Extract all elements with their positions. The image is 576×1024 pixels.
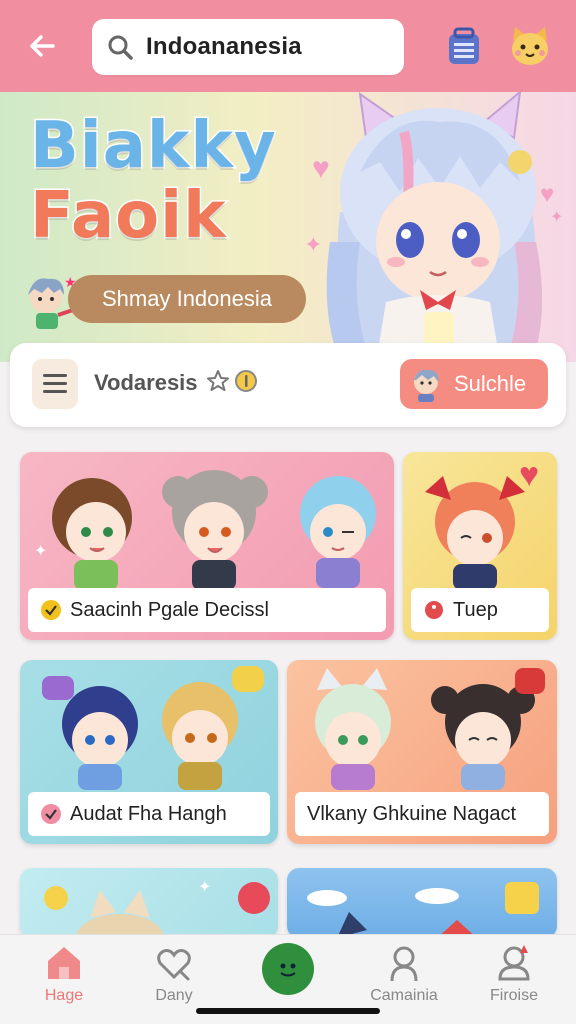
menu-button[interactable]: [32, 359, 78, 409]
coin-icon: [235, 370, 257, 392]
subscribe-button[interactable]: Sulchle: [400, 359, 548, 409]
channel-badges: [206, 369, 258, 393]
back-button[interactable]: [22, 26, 62, 66]
video-card[interactable]: ♥ Tuep: [403, 452, 557, 640]
nav-camainia[interactable]: Camainia: [356, 943, 452, 1005]
card-title: Tuep: [453, 598, 498, 621]
nav-dany[interactable]: Dany: [126, 943, 222, 1005]
top-bar: Indoananesia: [0, 0, 576, 92]
cat-avatar-icon: [512, 27, 548, 65]
nav-home[interactable]: Hage: [16, 943, 112, 1005]
nav-firoise-label: Firoise: [489, 987, 538, 1004]
nav-camainia-label: Camainia: [370, 987, 438, 1004]
video-card[interactable]: ✦ Saacinh Pgale Decissl: [20, 452, 394, 640]
card-title: Audat Fha Hangh: [70, 802, 227, 825]
smiley-icon: [280, 963, 296, 977]
nav-firoise[interactable]: Firoise: [466, 943, 562, 1005]
backpack-icon: [449, 27, 479, 64]
svg-text:♥: ♥: [540, 181, 554, 208]
channel-name: Vodaresis: [94, 370, 198, 395]
card-caption: Tuep: [411, 588, 549, 632]
video-card[interactable]: Vlkany Ghkuine Nagact: [287, 660, 557, 844]
chibi-cat-illustration: ✦: [44, 879, 270, 938]
person-icon: [390, 946, 418, 982]
card-caption: Saacinh Pgale Decissl: [28, 588, 386, 632]
search-icon: [108, 35, 133, 60]
search-value: Indoananesia: [146, 33, 302, 60]
check-badge-icon: [40, 803, 62, 825]
svg-text:✦: ✦: [550, 209, 563, 226]
nav-home-label: Hage: [44, 987, 84, 1004]
svg-text:♥: ♥: [312, 152, 330, 185]
logo-line-1: Biakky: [29, 109, 278, 183]
search-input[interactable]: Indoananesia: [92, 19, 404, 75]
chibi-avatar-icon: [414, 369, 439, 402]
heart-search-icon: [157, 949, 191, 981]
night-sky-illustration: [307, 882, 539, 938]
svg-text:✦: ✦: [34, 543, 47, 560]
svg-text:✦: ✦: [198, 879, 211, 896]
video-card[interactable]: ✦: [20, 868, 278, 938]
hero-logo: Biakky Faoik: [29, 109, 278, 253]
card-title: Vlkany Ghkuine Nagact: [307, 802, 517, 825]
svg-text:♥: ♥: [519, 456, 539, 494]
home-indicator: [196, 1008, 380, 1014]
card-caption: Vlkany Ghkuine Nagact: [295, 792, 549, 836]
svg-text:✦: ✦: [304, 232, 322, 257]
list-icon: [43, 374, 67, 393]
card-caption: Audat Fha Hangh: [28, 792, 270, 836]
anime-girl-illustration: ♥ ♥ ✦ ✦: [304, 92, 563, 362]
profile-icon: [498, 945, 530, 981]
subscribe-label: Sulchle: [454, 371, 527, 396]
profile-avatar-button[interactable]: [506, 22, 554, 70]
logo-line-2: Faoik: [29, 179, 228, 253]
nav-center-button[interactable]: [262, 943, 314, 995]
arrow-left-icon: [30, 35, 55, 57]
red-dot-icon: [423, 599, 445, 621]
hero-tagline: Shmay Indonesia: [68, 275, 306, 323]
backpack-button[interactable]: [440, 22, 488, 70]
check-badge-icon: [40, 599, 62, 621]
star-icon: [207, 370, 229, 391]
home-icon: [48, 947, 80, 979]
nav-dany-label: Dany: [155, 987, 193, 1004]
card-title: Saacinh Pgale Decissl: [70, 598, 269, 621]
video-card[interactable]: [287, 868, 557, 938]
channel-bar: Vodaresis Sulchle: [10, 343, 566, 427]
hero-banner[interactable]: Biakky Faoik ★ Shmay Indonesia ♥ ♥ ✦ ✦: [0, 92, 576, 362]
video-card[interactable]: Audat Fha Hangh: [20, 660, 278, 844]
